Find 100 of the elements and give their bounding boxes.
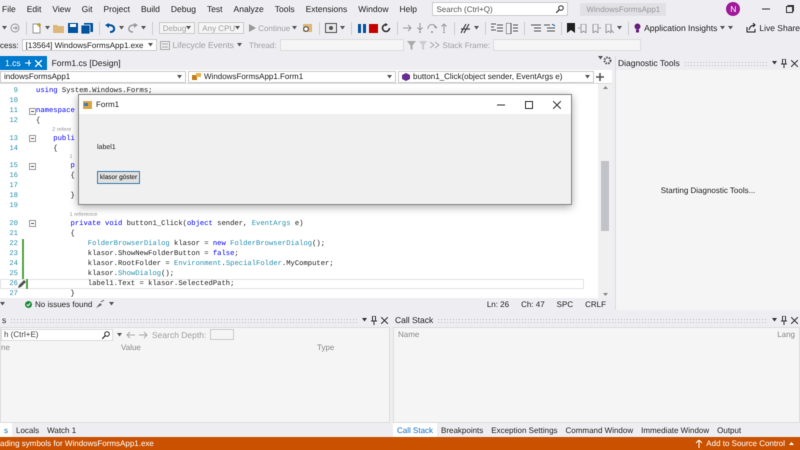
uncomment-icon[interactable] (544, 24, 555, 32)
menu-item[interactable]: Edit (21, 4, 47, 14)
whitespace-indicator[interactable]: SPC (556, 300, 574, 308)
maximize-icon[interactable] (525, 100, 533, 108)
panel-tab[interactable]: Output (713, 423, 746, 437)
caret-icon[interactable] (141, 26, 146, 30)
collapse-icon[interactable] (28, 135, 36, 142)
caret-icon[interactable] (109, 302, 114, 306)
window-title: Form1 (96, 100, 120, 109)
menu-item[interactable]: Window (352, 4, 394, 14)
caret-icon[interactable] (474, 26, 480, 30)
caret-icon[interactable] (119, 26, 124, 30)
caret-icon[interactable] (45, 26, 50, 30)
menu-item[interactable]: Extensions (300, 4, 353, 14)
column-indicator[interactable]: Ch: 47 (521, 300, 545, 308)
list-icon[interactable] (506, 22, 518, 34)
panel-tab[interactable]: Call Stack (393, 423, 438, 437)
menu-item[interactable]: View (46, 4, 76, 14)
solution-name: WindowsFormsApp1 (580, 2, 666, 16)
caret-icon[interactable] (2, 26, 7, 30)
line-indicator[interactable]: Ln: 26 (486, 300, 510, 308)
menu-item[interactable]: Debug (165, 4, 202, 14)
close-icon[interactable] (553, 100, 561, 108)
pencil-icon (18, 280, 26, 288)
close-icon[interactable] (791, 316, 798, 324)
indent-icon[interactable] (491, 23, 504, 33)
search-field[interactable]: h (Ctrl+E) (1, 328, 113, 340)
collapse-icon[interactable] (28, 108, 36, 114)
panel-tab[interactable]: Command Window (562, 423, 638, 437)
panel-tab[interactable]: Watch 1 (43, 423, 80, 437)
caret-icon[interactable] (340, 26, 346, 30)
issues-status[interactable]: No issues found (25, 300, 92, 308)
bookmark-icon[interactable] (566, 23, 575, 33)
caret-icon[interactable] (616, 26, 622, 30)
caret-icon[interactable] (0, 302, 5, 306)
new-item-icon[interactable] (32, 22, 42, 34)
pin-icon[interactable] (371, 316, 377, 324)
restart-icon[interactable] (380, 23, 391, 33)
find-icon[interactable] (302, 22, 314, 34)
close-icon[interactable] (381, 316, 388, 324)
navigation-dropdown[interactable]: indowsFormsApp1 (0, 70, 186, 82)
application-insights-button[interactable]: Application Insights (634, 23, 726, 33)
status-message: ading symbols for WindowsFormsApp1.exe (0, 439, 154, 448)
scrollbar-thumb[interactable] (601, 161, 609, 231)
navigation-dropdown[interactable]: button1_Click(object sender, EventArgs e) (398, 70, 594, 82)
collapse-icon[interactable] (28, 220, 36, 227)
menu-item[interactable]: Git (76, 4, 98, 14)
menu-item[interactable]: File (0, 4, 22, 14)
save-all-icon[interactable] (81, 22, 94, 34)
pause-icon[interactable] (358, 24, 366, 32)
search-icon[interactable] (556, 5, 564, 13)
restore-icon[interactable] (786, 5, 794, 13)
save-icon[interactable] (68, 23, 78, 33)
pin-icon[interactable] (781, 316, 787, 324)
editor-tab[interactable]: Form1.cs [Design] (46, 56, 126, 70)
menu-item[interactable]: Test (201, 4, 228, 14)
caret-icon (387, 74, 392, 78)
scroll-down-icon[interactable] (602, 293, 608, 296)
screen-icon[interactable] (325, 23, 338, 33)
menu-item[interactable]: Build (135, 4, 166, 14)
menu-item[interactable]: Project (98, 4, 136, 14)
line-ending-indicator[interactable]: CRLF (585, 300, 606, 308)
process-dropdown[interactable]: [13564] WindowsFormsApp1.exe (22, 39, 157, 51)
dropdown-icon[interactable] (772, 318, 777, 322)
panel-tab[interactable]: Immediate Window (637, 423, 714, 437)
settings-icon[interactable] (603, 56, 612, 65)
caret-icon[interactable] (117, 332, 122, 336)
panel-title: s (2, 315, 6, 325)
undo-icon[interactable] (105, 23, 116, 33)
live-share-button[interactable]: Live Share (746, 23, 800, 33)
avatar[interactable]: N (726, 2, 740, 16)
scrollbar[interactable] (598, 84, 612, 298)
panel-tab[interactable]: s (0, 423, 12, 437)
search-field[interactable]: Search (Ctrl+Q) (432, 2, 568, 16)
close-icon[interactable] (791, 60, 798, 66)
scroll-up-icon[interactable] (602, 86, 608, 89)
collapse-icon[interactable] (28, 162, 36, 170)
dropdown-icon[interactable] (362, 318, 367, 322)
caret-icon (177, 74, 182, 78)
menu-item[interactable]: Help (394, 4, 422, 14)
stop-icon[interactable] (368, 24, 378, 32)
panel-tab[interactable]: Breakpoints (437, 423, 488, 437)
add-icon[interactable] (596, 72, 604, 80)
panel-tab[interactable]: Locals (12, 423, 44, 437)
search-icon[interactable] (102, 330, 110, 338)
pin-icon[interactable] (781, 58, 787, 68)
stack-frame-label: Stack Frame: (442, 40, 490, 50)
method-icon (402, 72, 410, 80)
menu-item[interactable]: Tools (269, 4, 300, 14)
comment-icon[interactable] (530, 24, 541, 32)
source-control-button[interactable]: Add to Source Control (696, 439, 794, 448)
thread-label: Thread: (248, 40, 277, 50)
dropdown-icon[interactable] (772, 61, 777, 65)
menu-item[interactable]: Analyze (228, 4, 270, 14)
brush-icon[interactable] (96, 300, 106, 308)
navigation-dropdown[interactable]: WindowsFormsApp1.Form1 (188, 70, 396, 82)
bulb-icon (634, 23, 642, 33)
panel-tab[interactable]: Exception Settings (487, 423, 562, 437)
hot-reload-icon[interactable] (460, 22, 472, 34)
caret-icon[interactable] (598, 56, 603, 60)
